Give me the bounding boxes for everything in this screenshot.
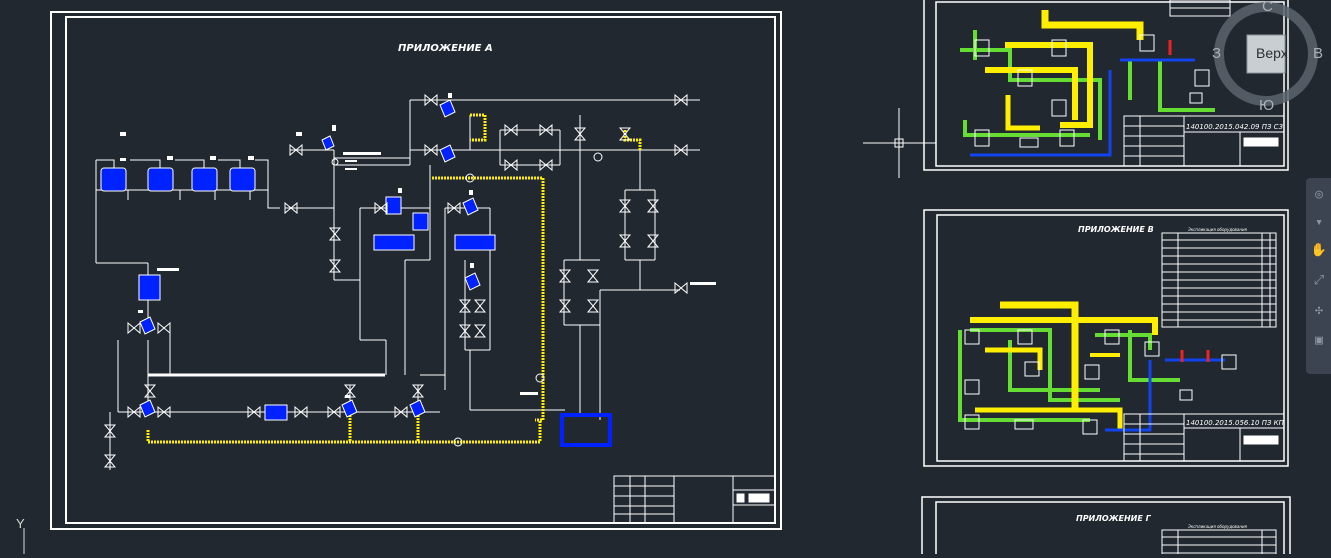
separator (412, 212, 429, 231)
ucs-y-label: Y (16, 516, 25, 531)
condenser-1 (373, 234, 415, 251)
bottom-table-header: Экспликация оборудования (1187, 524, 1248, 529)
deaerator (138, 274, 161, 301)
top-schematic (960, 10, 1215, 157)
middle-sheet-title: ПРИЛОЖЕНИЕ В (1078, 225, 1154, 234)
showmotion-icon[interactable]: ▣ (1310, 332, 1328, 350)
viewcube-east[interactable]: В (1313, 45, 1323, 62)
orbit-icon[interactable]: ✣ (1310, 302, 1328, 320)
pan-hand-icon[interactable]: ✋ (1310, 242, 1328, 260)
main-sheet-title: ПРИЛОЖЕНИЕ А (398, 43, 493, 54)
model-space-viewport[interactable]: ПРИЛОЖЕНИЕ А 140100.2015.042.09 ПЗ С3 ПР… (0, 0, 1331, 558)
middle-schematic (958, 301, 1225, 432)
bottom-sheet-title: ПРИЛОЖЕНИЕ Г (1076, 514, 1152, 523)
annotation-marks (120, 93, 716, 398)
middle-stamp-code: 140100.2015.056.10 ПЗ КП (1186, 419, 1285, 427)
collector-tank (560, 413, 612, 447)
bottom-equipment-table (1161, 529, 1277, 558)
pump-unit (264, 404, 288, 421)
tank-4 (229, 167, 256, 192)
ucs-icon: Y (16, 516, 25, 554)
heat-exchangers (139, 99, 481, 418)
middle-equipment-table (1161, 232, 1277, 328)
viewcube-west[interactable]: З (1212, 45, 1221, 62)
top-stamp-code: 140100.2015.042.09 ПЗ С3 (1186, 123, 1283, 131)
exchanger-top-small (385, 196, 402, 215)
wheel-dropdown-icon[interactable]: ▾ (1310, 214, 1328, 232)
sheet-middle-thumbnail[interactable]: ПРИЛОЖЕНИЕ В Экспликация оборудования 14… (923, 209, 1289, 467)
sheet-bottom-thumbnail[interactable]: ПРИЛОЖЕНИЕ Г Экспликация оборудования (921, 496, 1291, 558)
viewcube-north[interactable]: С (1262, 0, 1273, 15)
zoom-extents-icon[interactable]: ⤢ (1310, 272, 1328, 290)
main-sheet[interactable]: ПРИЛОЖЕНИЕ А (50, 11, 936, 530)
viewcube-face-label: Верх (1256, 45, 1288, 61)
tank-1 (100, 167, 127, 192)
viewcube[interactable]: Верх С Ю З В (1212, 0, 1323, 114)
middle-table-header: Экспликация оборудования (1187, 227, 1248, 232)
condenser-2 (454, 234, 496, 251)
condensate-line (146, 113, 642, 444)
tank-2 (147, 167, 174, 192)
navigation-bar[interactable]: ◎ ▾ ✋ ⤢ ✣ ▣ (1306, 178, 1331, 374)
crosshair-cursor (863, 108, 936, 178)
drawing-canvas[interactable]: ПРИЛОЖЕНИЕ А 140100.2015.042.09 ПЗ С3 ПР… (0, 0, 1331, 558)
main-title-block (613, 475, 776, 524)
viewcube-south[interactable]: Ю (1259, 97, 1274, 114)
steering-wheel-icon[interactable]: ◎ (1310, 186, 1328, 204)
tank-3 (191, 167, 218, 192)
equipment (100, 167, 612, 447)
